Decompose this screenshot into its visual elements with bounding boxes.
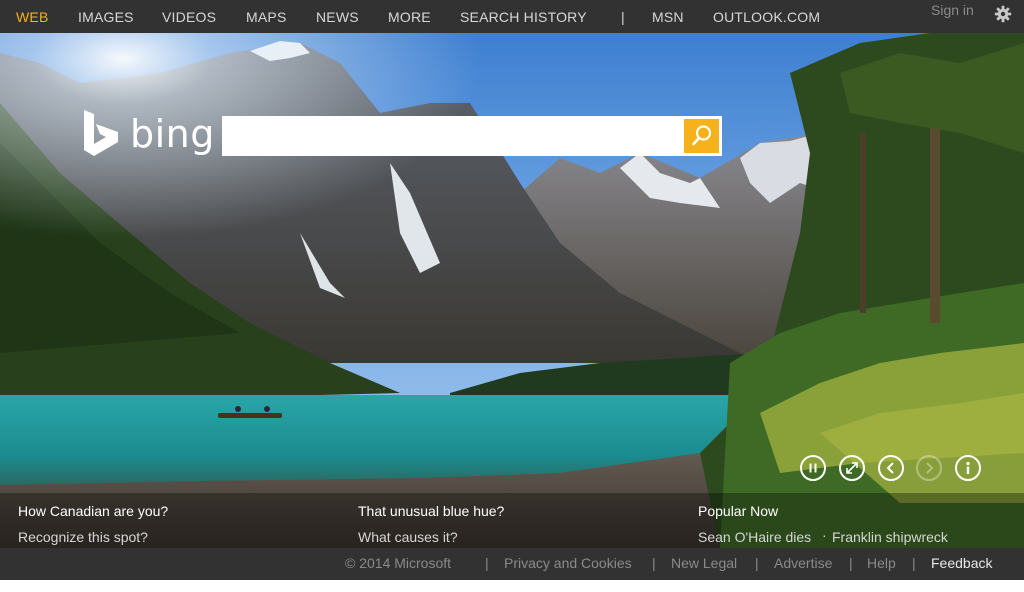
nav-news[interactable]: NEWS <box>316 9 359 25</box>
fullscreen-icon[interactable] <box>839 455 865 481</box>
footer-separator: | <box>485 555 489 571</box>
search-icon <box>692 125 712 146</box>
info-icon[interactable] <box>955 455 981 481</box>
popular-separator: · <box>822 527 827 543</box>
nav-maps[interactable]: MAPS <box>246 9 286 25</box>
nav-videos[interactable]: VIDEOS <box>162 9 216 25</box>
search-input[interactable] <box>226 119 680 155</box>
footer-separator: | <box>652 555 656 571</box>
popular-now-title: Popular Now <box>698 503 779 519</box>
nav-images[interactable]: IMAGES <box>78 9 134 25</box>
footer-privacy-link[interactable]: Privacy and Cookies <box>504 555 632 571</box>
footer-feedback-link[interactable]: Feedback <box>931 555 992 571</box>
nav-web[interactable]: WEB <box>16 9 49 25</box>
hotspot-1-title[interactable]: How Canadian are you? <box>18 503 168 519</box>
sign-in-link[interactable]: Sign in <box>931 2 974 18</box>
pause-icon[interactable] <box>800 455 826 481</box>
search-button[interactable] <box>684 119 719 153</box>
hotspot-2-title[interactable]: That unusual blue hue? <box>358 503 504 519</box>
nav-separator: | <box>621 9 625 25</box>
footer-copyright: © 2014 Microsoft <box>345 555 452 571</box>
bing-homepage: WEB IMAGES VIDEOS MAPS NEWS MORE SEARCH … <box>0 0 1024 592</box>
footer-help-link[interactable]: Help <box>867 555 896 571</box>
nav-outlook[interactable]: OUTLOOK.COM <box>713 9 820 25</box>
gear-icon[interactable] <box>994 5 1012 23</box>
bing-logo-text: bing <box>130 112 215 156</box>
nav-msn[interactable]: MSN <box>652 9 684 25</box>
hotspot-2-subtitle[interactable]: What causes it? <box>358 529 458 545</box>
next-icon[interactable] <box>916 455 942 481</box>
nav-search-history[interactable]: SEARCH HISTORY <box>460 9 587 25</box>
popular-item-2[interactable]: Franklin shipwreck <box>832 529 948 545</box>
nav-more[interactable]: MORE <box>388 9 431 25</box>
popular-item-1[interactable]: Sean O'Haire dies <box>698 529 811 545</box>
footer-separator: | <box>755 555 759 571</box>
footer-advertise-link[interactable]: Advertise <box>774 555 832 571</box>
footer-legal-link[interactable]: New Legal <box>671 555 737 571</box>
hotspot-1-subtitle[interactable]: Recognize this spot? <box>18 529 148 545</box>
previous-icon[interactable] <box>878 455 904 481</box>
footer-separator: | <box>912 555 916 571</box>
footer-separator: | <box>849 555 853 571</box>
